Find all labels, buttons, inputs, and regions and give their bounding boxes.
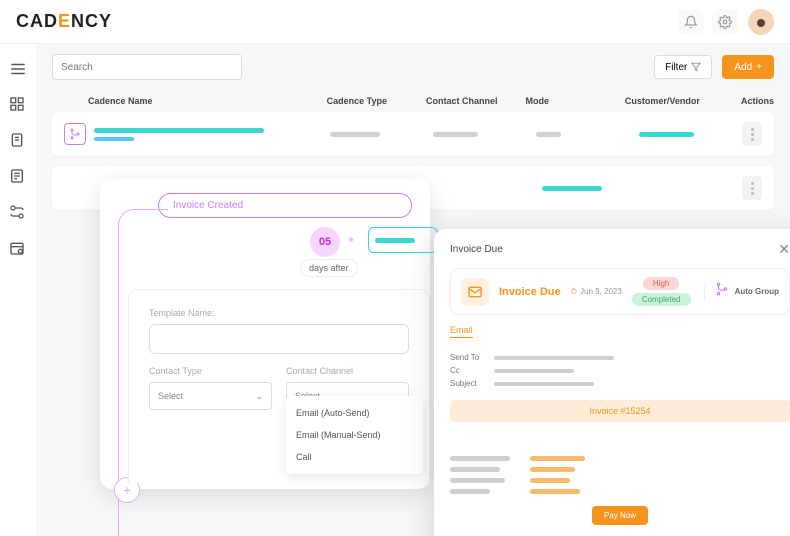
contact-channel-label: Contact Channel (286, 366, 409, 376)
filter-icon (691, 62, 701, 72)
topbar: CADENCY (0, 0, 790, 44)
th-type: Cadence Type (327, 96, 426, 106)
search-input[interactable] (52, 54, 242, 80)
menu-icon[interactable] (9, 60, 27, 78)
field-subject-label: Subject (450, 379, 484, 388)
contact-type-select[interactable]: Select⌄ (149, 382, 272, 410)
days-label: days after (300, 259, 358, 277)
avatar[interactable] (748, 9, 774, 35)
add-button[interactable]: Add + (722, 55, 774, 79)
close-icon[interactable]: ✕ (778, 241, 790, 258)
th-mode: Mode (525, 96, 624, 106)
clock-icon: ⏱ (571, 287, 577, 297)
option-call[interactable]: Call (286, 446, 423, 468)
workflow-panel: Invoice Created 05 days after ››› + Temp… (100, 179, 430, 489)
field-sendto-label: Send To (450, 353, 484, 362)
toolbar: Filter Add + (36, 44, 790, 90)
th-name: Cadence Name (52, 96, 327, 106)
days-badge: 05 (310, 227, 340, 257)
auto-group-label: Auto Group (735, 287, 779, 296)
brand-accent: E (58, 11, 71, 31)
filter-button[interactable]: Filter (654, 55, 712, 79)
bell-icon[interactable] (678, 9, 704, 35)
row-menu-button[interactable] (742, 176, 762, 200)
preview-date: ⏱ Jun 9, 2023 (571, 287, 622, 297)
branch-icon (715, 282, 729, 301)
template-name-input[interactable] (149, 324, 409, 354)
placeholder-bar (542, 186, 602, 191)
main: Filter Add + Cadence Name Cadence Type C… (36, 44, 790, 536)
template-name-label: Template Name: (149, 308, 409, 318)
tab-email[interactable]: Email (450, 325, 473, 338)
gear-icon[interactable] (712, 9, 738, 35)
invoice-banner: Invoice #15254 (450, 400, 790, 422)
calendar-icon[interactable] (9, 240, 27, 258)
brand-pre: CAD (16, 11, 58, 31)
preview-title: Invoice Due (499, 286, 561, 298)
status-badge: Completed (632, 293, 691, 306)
contact-channel-dropdown: Email (Auto-Send) Email (Manual-Send) Ca… (286, 396, 423, 474)
th-customer: Customer/Vendor (625, 96, 724, 106)
priority-badge: High (643, 277, 679, 290)
row-menu-button[interactable] (742, 122, 762, 146)
workflow-node-step[interactable] (368, 227, 438, 253)
branch-icon (64, 123, 86, 145)
preview-header: Invoice Due (450, 244, 503, 255)
report-icon[interactable] (9, 168, 27, 186)
brand-logo: CADENCY (16, 11, 112, 32)
chevron-down-icon: ⌄ (255, 391, 263, 402)
preview-panel: Invoice Due ✕ Invoice Due ⏱ Jun 9, 2023 … (434, 229, 790, 536)
option-email-auto[interactable]: Email (Auto-Send) (286, 402, 423, 424)
pay-now-button[interactable]: Pay Now (592, 506, 648, 525)
th-channel: Contact Channel (426, 96, 525, 106)
plus-icon: + (756, 62, 762, 73)
template-form: Template Name: Contact Type Select⌄ Cont… (128, 289, 430, 483)
sidebar (0, 44, 36, 536)
th-actions: Actions (724, 96, 774, 106)
brand-post: NCY (71, 11, 112, 31)
dashboard-icon[interactable] (9, 96, 27, 114)
field-cc-label: Cc (450, 366, 484, 375)
chevron-right-icon: ››› (348, 234, 352, 245)
preview-summary-card: Invoice Due ⏱ Jun 9, 2023 High Completed… (450, 268, 790, 315)
option-email-manual[interactable]: Email (Manual-Send) (286, 424, 423, 446)
mail-icon (461, 278, 489, 306)
table-row[interactable] (52, 112, 774, 156)
contact-type-label: Contact Type (149, 366, 272, 376)
automation-icon[interactable] (9, 204, 27, 222)
filter-label: Filter (665, 62, 687, 73)
add-label: Add (734, 62, 752, 73)
table-header: Cadence Name Cadence Type Contact Channe… (36, 90, 790, 112)
invoice-icon[interactable] (9, 132, 27, 150)
workflow-node-start[interactable]: Invoice Created (158, 193, 412, 218)
